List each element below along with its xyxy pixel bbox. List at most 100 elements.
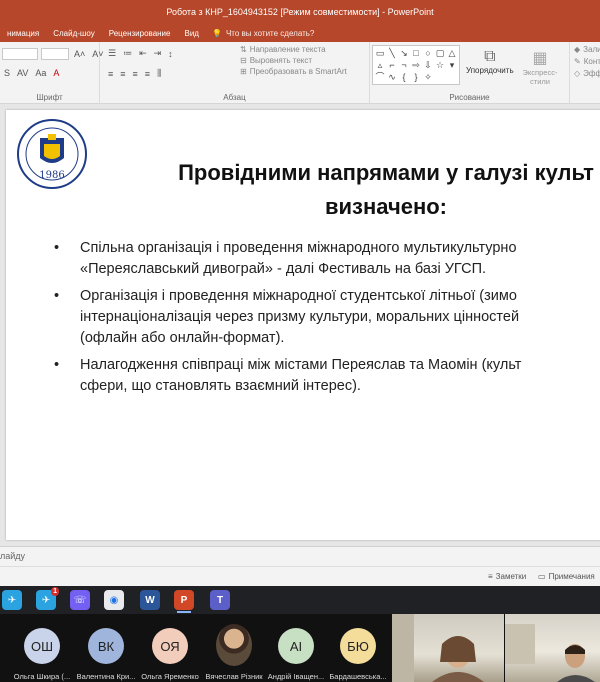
logo-year: 1986 bbox=[39, 170, 64, 181]
avatar: ОШ bbox=[24, 628, 60, 664]
participant-tile[interactable]: ОШ Ольга Шкира (... bbox=[12, 618, 72, 682]
smartart-icon: ⊞ bbox=[240, 67, 247, 76]
text-direction-button[interactable]: ⇅ Направление текста bbox=[240, 45, 326, 54]
slide-title[interactable]: Провідними напрямами у галузі культ визн… bbox=[66, 156, 600, 224]
zigzag-shape-icon[interactable]: ∿ bbox=[386, 71, 398, 83]
grow-font-icon[interactable]: A˄ bbox=[72, 49, 87, 59]
down-arrow-shape-icon[interactable]: ⇩ bbox=[422, 59, 434, 71]
font-name-box[interactable] bbox=[2, 48, 38, 60]
taskbar-word[interactable]: W bbox=[140, 590, 160, 610]
participant-tile[interactable]: ВК Валентина Кри... bbox=[76, 618, 136, 682]
oval-shape-icon[interactable]: ○ bbox=[422, 47, 434, 59]
powerpoint-icon: P bbox=[180, 594, 188, 606]
decrease-indent-icon[interactable]: ⇤ bbox=[137, 48, 149, 59]
taskbar-telegram[interactable]: ✈ bbox=[2, 590, 22, 610]
more-shapes-icon[interactable]: ▾ bbox=[446, 59, 458, 71]
taskbar-viber[interactable]: ☏ bbox=[70, 590, 90, 610]
align-text-button[interactable]: ⊟ Выровнять текст bbox=[240, 56, 312, 65]
slide-editor[interactable]: 1986 Провідними напрямами у галузі культ… bbox=[0, 104, 600, 546]
textbox-shape-icon[interactable]: ▭ bbox=[374, 47, 386, 59]
bullet-item: • Налагодження співпраці між містами Пер… bbox=[54, 355, 600, 397]
justify-icon[interactable]: ≡ bbox=[143, 69, 152, 79]
tell-me-search[interactable]: 💡 Что вы хотите сделать? bbox=[212, 29, 314, 38]
bullet-line: сфери, що становлять взаємний інтерес). bbox=[80, 378, 361, 394]
tell-me-placeholder: Что вы хотите сделать? bbox=[225, 28, 315, 38]
slide-title-line-2: визначено: bbox=[324, 194, 448, 219]
taskbar-powerpoint[interactable]: P bbox=[174, 590, 194, 613]
quick-styles-button[interactable]: ▦ Экспресс-стили bbox=[520, 48, 560, 86]
word-icon: W bbox=[145, 594, 155, 606]
taskbar-telegram-2[interactable]: ✈ 1 bbox=[36, 587, 59, 610]
right-arrow-shape-icon[interactable]: ⇨ bbox=[410, 59, 422, 71]
numbering-icon[interactable]: ≔ bbox=[121, 48, 134, 59]
arrow-shape-icon[interactable]: ↘ bbox=[398, 47, 410, 59]
participant-video[interactable] bbox=[392, 614, 504, 682]
participant-tile[interactable]: ОЯ Ольга Яременко bbox=[140, 618, 200, 682]
rect-shape-icon[interactable]: □ bbox=[410, 47, 422, 59]
brace-left-shape-icon[interactable]: { bbox=[398, 71, 410, 83]
participant-name: Валентина Кри... bbox=[76, 672, 136, 681]
change-case-icon[interactable]: Aa bbox=[33, 68, 48, 78]
star2-shape-icon[interactable]: ✧ bbox=[422, 71, 434, 83]
taskbar-teams[interactable]: T bbox=[210, 590, 230, 610]
font-group: A˄ A˅ S AV Aa A Шрифт bbox=[0, 42, 104, 104]
triangle-shape-icon[interactable]: △ bbox=[446, 47, 458, 59]
bullet-dot-icon: • bbox=[54, 240, 60, 256]
participant-video[interactable] bbox=[505, 614, 600, 682]
elbow-shape-icon[interactable]: ⌐ bbox=[386, 59, 398, 71]
align-left-icon[interactable]: ≡ bbox=[106, 69, 115, 79]
elbow2-shape-icon[interactable]: ¬ bbox=[398, 59, 410, 71]
columns-icon[interactable]: ⫼ bbox=[155, 68, 163, 79]
line-spacing-icon[interactable]: ↕ bbox=[166, 49, 175, 59]
bullet-list[interactable]: • Спільна організація і проведення міжна… bbox=[54, 238, 600, 403]
brace-right-shape-icon[interactable]: } bbox=[410, 71, 422, 83]
shapes-gallery[interactable]: ▭ ╲ ↘ □ ○ ▢ △ ▵ ⌐ ¬ ⇨ ⇩ ☆ ▾ ⌒ ∿ { } ✧ bbox=[372, 45, 460, 85]
paragraph-group-label: Абзац bbox=[223, 93, 246, 102]
pen-icon: ✎ bbox=[574, 57, 581, 66]
window-title-bar: Робота з КНР_1604943152 [Режим совместим… bbox=[0, 0, 600, 24]
arrange-label: Упорядочить bbox=[466, 66, 514, 75]
curve-shape-icon[interactable]: ⌒ bbox=[374, 71, 386, 83]
comment-icon: ▭ bbox=[538, 572, 546, 581]
align-right-icon[interactable]: ≡ bbox=[131, 69, 140, 79]
char-spacing-icon[interactable]: AV bbox=[15, 68, 30, 78]
tab-slideshow[interactable]: Слайд-шоу bbox=[46, 29, 101, 38]
shape-fill-button[interactable]: ◆ Зали bbox=[574, 45, 600, 54]
video-person-figure bbox=[505, 624, 595, 682]
shape-effects-button[interactable]: ◇ Эфф bbox=[574, 69, 600, 78]
tab-review[interactable]: Рецензирование bbox=[102, 29, 178, 38]
participant-name: Андрій Іващен... bbox=[267, 672, 325, 681]
taskbar-chrome[interactable]: ◉ bbox=[104, 590, 124, 610]
comments-toggle-button[interactable]: ▭ Примечания bbox=[538, 572, 595, 581]
tab-animation[interactable]: нимация bbox=[0, 29, 46, 38]
triangle2-shape-icon[interactable]: ▵ bbox=[374, 59, 386, 71]
participant-tile[interactable]: БЮ Бардашевська... bbox=[328, 618, 388, 682]
screen: Робота з КНР_1604943152 [Режим совместим… bbox=[0, 0, 600, 682]
line-shape-icon[interactable]: ╲ bbox=[386, 47, 398, 59]
bullets-icon[interactable]: ☰ bbox=[106, 48, 118, 59]
chrome-icon: ◉ bbox=[109, 594, 119, 606]
avatar: ОЯ bbox=[152, 628, 188, 664]
shape-outline-button[interactable]: ✎ Конт bbox=[574, 57, 600, 66]
increase-indent-icon[interactable]: ⇥ bbox=[152, 48, 164, 59]
smartart-button[interactable]: ⊞ Преобразовать в SmartArt bbox=[240, 67, 347, 76]
participant-tile[interactable]: Вячеслав Різник bbox=[204, 618, 264, 682]
arrange-button[interactable]: ⧉ Упорядочить bbox=[466, 48, 514, 75]
participant-tile[interactable]: АІ Андрій Іващен... bbox=[266, 618, 326, 682]
bullet-dot-icon: • bbox=[54, 357, 60, 373]
tab-view[interactable]: Вид bbox=[177, 29, 205, 38]
rounded-rect-shape-icon[interactable]: ▢ bbox=[434, 47, 446, 59]
font-size-box[interactable] bbox=[41, 48, 69, 60]
viber-icon: ☏ bbox=[73, 594, 87, 606]
bullet-line: Налагодження співпраці між містами Перея… bbox=[80, 357, 522, 373]
effects-icon: ◇ bbox=[574, 69, 581, 78]
star-shape-icon[interactable]: ☆ bbox=[434, 59, 446, 71]
font-color-icon[interactable]: A bbox=[51, 68, 61, 78]
notes-pane[interactable]: лайду bbox=[0, 546, 600, 566]
align-center-icon[interactable]: ≡ bbox=[118, 69, 127, 79]
participant-photo bbox=[216, 624, 252, 666]
video-person-figure bbox=[392, 614, 484, 682]
slide-canvas[interactable]: 1986 Провідними напрямами у галузі культ… bbox=[6, 110, 600, 540]
notes-toggle-button[interactable]: ≡ Заметки bbox=[488, 572, 526, 581]
strikethrough-icon[interactable]: S bbox=[2, 68, 12, 78]
